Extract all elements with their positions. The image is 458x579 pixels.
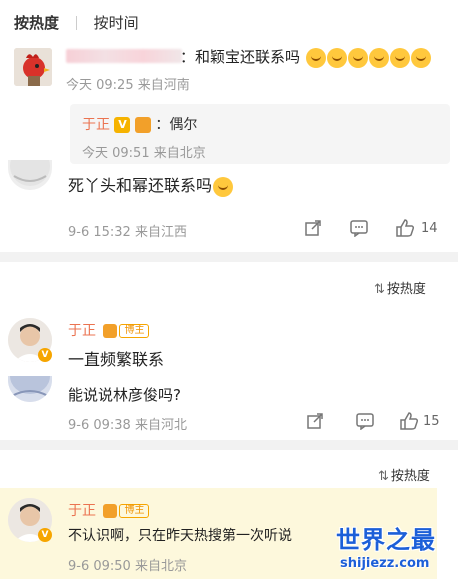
emoji-icon	[347, 47, 368, 68]
tab-divider	[75, 16, 77, 30]
emoji-icon	[389, 47, 410, 68]
tab-time[interactable]: 按时间	[94, 14, 139, 32]
author-name[interactable]: 于正	[68, 323, 96, 339]
watermark-title: 世界之最	[336, 526, 436, 554]
reply-author[interactable]: 于正	[82, 117, 110, 133]
comment-icon[interactable]	[350, 219, 368, 237]
comment-text-body: ：和颖宝还联系吗	[180, 48, 301, 66]
crown-icon	[103, 504, 118, 518]
comment-text: ：和颖宝还联系吗	[180, 46, 431, 68]
sort-label: 按热度	[390, 469, 430, 484]
user-avatar-icon	[8, 376, 52, 402]
separator-band	[0, 440, 458, 450]
rooster-avatar-icon	[14, 48, 52, 86]
sort-icon: ⇅	[374, 282, 385, 297]
question-text: 能说说林彦俊吗?	[68, 386, 181, 404]
blurred-username	[66, 49, 182, 63]
avatar[interactable]	[8, 160, 52, 190]
blogger-tag: 博主	[119, 324, 150, 338]
watermark: 世界之最 shijiezz.com	[336, 520, 456, 578]
crown-icon	[103, 324, 118, 338]
cat-avatar-icon	[10, 160, 50, 186]
comment-meta: 9-6 09:38 来自河北	[68, 418, 187, 433]
op-name-line: 于正 博主	[68, 500, 150, 520]
comment-text: 死丫头和幂还联系吗	[68, 172, 234, 197]
avatar[interactable]	[14, 48, 52, 86]
comment-meta: 9-6 15:32 来自江西	[68, 225, 187, 240]
comment-text-body: 死丫头和幂还联系吗	[68, 176, 213, 195]
like-icon[interactable]	[399, 411, 419, 431]
emoji-icon	[305, 47, 326, 68]
sort-hot-button[interactable]: ⇅ 按热度	[374, 278, 426, 297]
like-icon[interactable]	[395, 218, 415, 238]
separator-band	[0, 252, 458, 262]
share-icon[interactable]	[304, 219, 322, 237]
emoji-icon	[410, 47, 431, 68]
comment-meta: 今天 09:25 来自河南	[66, 78, 190, 93]
share-icon[interactable]	[306, 412, 324, 430]
tab-hot[interactable]: 按热度	[14, 14, 59, 32]
blogger-tag: 博主	[119, 504, 150, 518]
like-count: 15	[423, 414, 440, 429]
verified-badge-icon: V	[114, 117, 131, 133]
op-text: 不认识啊，只在昨天热搜第一次听说	[68, 528, 292, 544]
avatar[interactable]	[8, 376, 52, 402]
comment-icon[interactable]	[356, 412, 374, 430]
sort-hot-button[interactable]: ⇅ 按热度	[378, 465, 430, 484]
op-text: 一直频繁联系	[68, 350, 165, 369]
reply-line: 于正 V ：偶尔	[82, 114, 197, 134]
crown-icon	[134, 117, 151, 133]
op-name-line: 于正 博主	[68, 320, 150, 340]
emoji-icon	[213, 176, 234, 197]
sort-icon: ⇅	[378, 469, 389, 484]
verified-badge-icon: V	[38, 528, 52, 542]
reply-text: ：偶尔	[155, 117, 198, 133]
comment-meta: 9-6 09:50 来自北京	[68, 559, 187, 574]
sort-tabs: 按热度 按时间	[14, 12, 139, 33]
reply-meta: 今天 09:51 来自北京	[82, 146, 206, 161]
like-count: 14	[421, 221, 438, 236]
watermark-url: shijiezz.com	[340, 556, 430, 571]
sort-label: 按热度	[386, 282, 426, 297]
emoji-icon	[326, 47, 347, 68]
verified-badge-icon: V	[38, 348, 52, 362]
author-name[interactable]: 于正	[68, 503, 96, 519]
emoji-icon	[368, 47, 389, 68]
